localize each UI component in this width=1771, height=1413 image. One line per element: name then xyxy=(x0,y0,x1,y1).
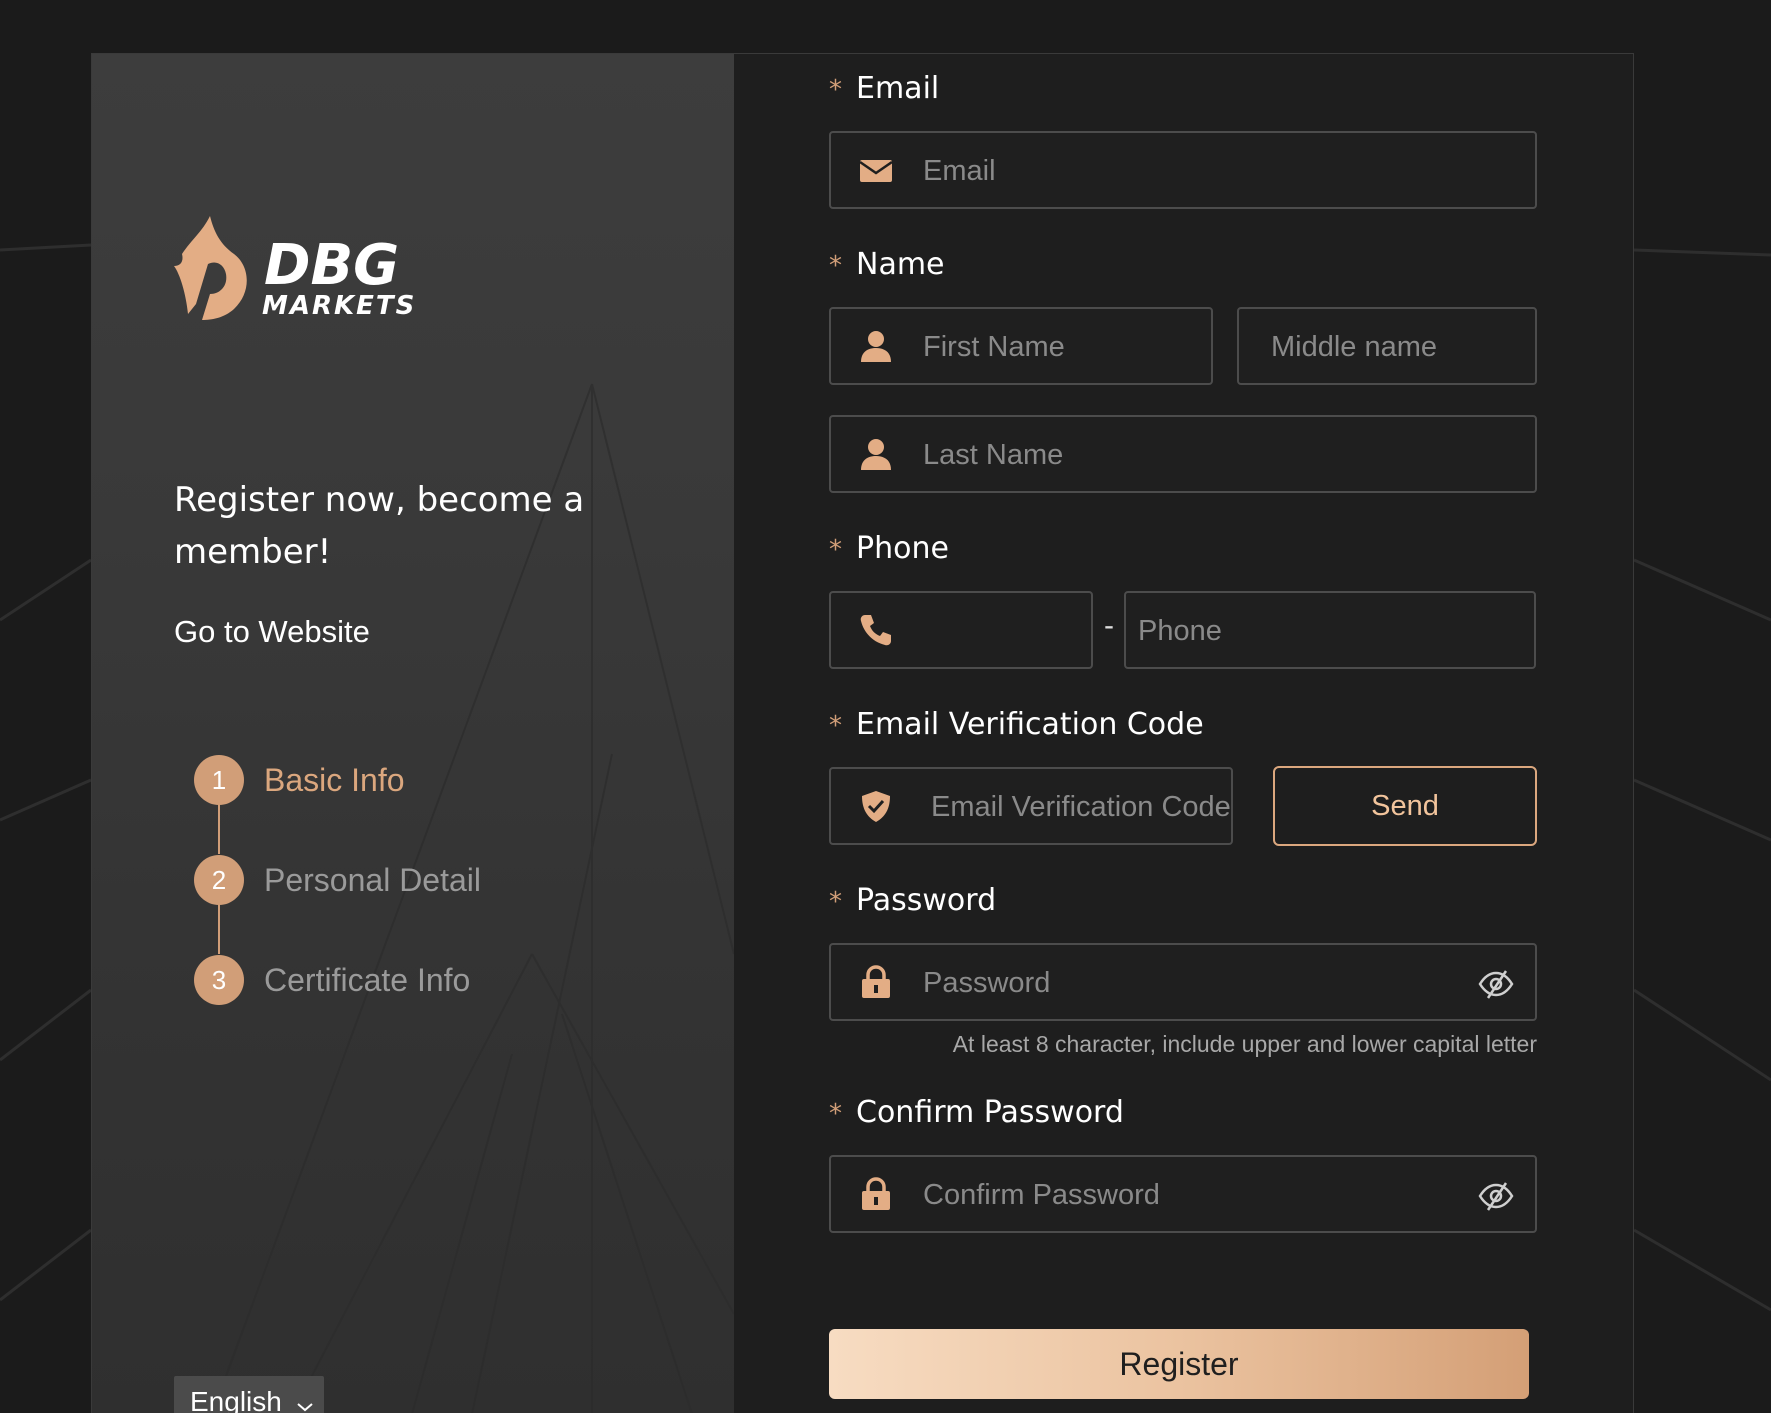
password-input[interactable] xyxy=(921,945,1445,1021)
send-code-button[interactable]: Send xyxy=(1273,766,1537,846)
register-card: DBG MARKETS Register now, become a membe… xyxy=(91,53,1634,1413)
first-name-field[interactable] xyxy=(829,307,1213,385)
password-label-text: Password xyxy=(856,883,997,918)
brand-panel: DBG MARKETS Register now, become a membe… xyxy=(92,54,734,1413)
lock-icon xyxy=(859,1177,893,1211)
step-personal-detail[interactable]: 2 Personal Detail xyxy=(194,854,481,906)
name-label-text: Name xyxy=(856,247,945,282)
user-icon xyxy=(859,329,893,363)
dbg-markets-logo: DBG MARKETS xyxy=(172,214,462,329)
phone-number-field[interactable] xyxy=(1124,591,1536,669)
language-selector[interactable]: English xyxy=(174,1376,324,1413)
envelope-icon xyxy=(859,153,893,187)
step-number: 1 xyxy=(194,755,244,805)
verification-label: * Email Verification Code xyxy=(829,707,1204,742)
svg-text:MARKETS: MARKETS xyxy=(262,291,416,321)
email-label: * Email xyxy=(829,71,939,106)
phone-code-field[interactable] xyxy=(829,591,1093,669)
confirm-password-input[interactable] xyxy=(921,1157,1445,1233)
phone-icon xyxy=(859,613,893,647)
language-label: English xyxy=(190,1386,282,1413)
user-icon xyxy=(859,437,893,471)
phone-input[interactable] xyxy=(1136,593,1530,669)
phone-label-text: Phone xyxy=(856,531,949,566)
step-connector xyxy=(218,904,220,954)
first-name-input[interactable] xyxy=(921,309,1205,385)
required-mark: * xyxy=(829,535,842,565)
verification-code-field[interactable] xyxy=(829,767,1233,845)
step-label: Certificate Info xyxy=(264,961,471,998)
phone-separator: - xyxy=(1104,609,1114,642)
password-label: * Password xyxy=(829,883,996,918)
email-input[interactable] xyxy=(921,133,1515,209)
last-name-input[interactable] xyxy=(921,417,1515,493)
go-to-website-link[interactable]: Go to Website xyxy=(174,614,370,650)
confirm-password-label-text: Confirm Password xyxy=(856,1095,1124,1130)
required-mark: * xyxy=(829,711,842,741)
step-connector xyxy=(218,804,220,854)
last-name-field[interactable] xyxy=(829,415,1537,493)
tagline: Register now, become a member! xyxy=(174,480,585,572)
email-label-text: Email xyxy=(856,71,940,106)
register-button[interactable]: Register xyxy=(829,1329,1529,1399)
registration-form: * Email * Name * Phone xyxy=(734,54,1633,1413)
lock-icon xyxy=(859,965,893,999)
shield-check-icon xyxy=(859,789,893,823)
chevron-down-icon xyxy=(296,1388,314,1413)
eye-off-icon[interactable] xyxy=(1477,1179,1515,1213)
step-basic-info[interactable]: 1 Basic Info xyxy=(194,754,405,806)
eye-off-icon[interactable] xyxy=(1477,967,1515,1001)
email-field[interactable] xyxy=(829,131,1537,209)
phone-code-input[interactable] xyxy=(921,593,1075,669)
middle-name-input[interactable] xyxy=(1269,309,1533,385)
svg-text:DBG: DBG xyxy=(264,233,399,298)
confirm-password-field[interactable] xyxy=(829,1155,1537,1233)
step-number: 3 xyxy=(194,955,244,1005)
phone-label: * Phone xyxy=(829,531,949,566)
step-number: 2 xyxy=(194,855,244,905)
password-hint: At least 8 character, include upper and … xyxy=(952,1031,1537,1057)
verification-code-input[interactable] xyxy=(929,769,1233,845)
name-label: * Name xyxy=(829,247,945,282)
password-field[interactable] xyxy=(829,943,1537,1021)
required-mark: * xyxy=(829,75,842,105)
step-label: Basic Info xyxy=(264,761,405,798)
verification-label-text: Email Verification Code xyxy=(856,707,1204,742)
required-mark: * xyxy=(829,1099,842,1129)
middle-name-field[interactable] xyxy=(1237,307,1537,385)
step-label: Personal Detail xyxy=(264,861,481,898)
required-mark: * xyxy=(829,251,842,281)
required-mark: * xyxy=(829,887,842,917)
step-certificate-info[interactable]: 3 Certificate Info xyxy=(194,954,470,1006)
confirm-password-label: * Confirm Password xyxy=(829,1095,1124,1130)
